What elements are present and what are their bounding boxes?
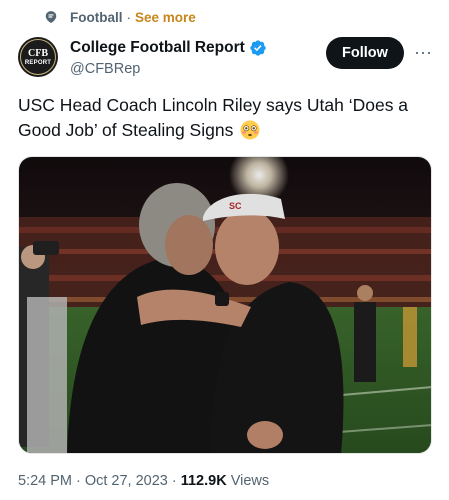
topic-name[interactable]: Football — [70, 10, 123, 25]
follow-button[interactable]: Follow — [326, 37, 404, 69]
tweet-photo[interactable]: SC — [18, 156, 432, 454]
avatar-logo-text-bottom: REPORT — [24, 59, 52, 66]
tweet-text-body: USC Head Coach Lincoln Riley says Utah ‘… — [18, 95, 409, 140]
avatar-logo: CFB REPORT — [20, 39, 56, 75]
topic-separator: · — [126, 9, 132, 25]
display-name-row: College Football Report — [70, 37, 267, 59]
avatar[interactable]: CFB REPORT — [18, 37, 58, 77]
views-label: Views — [230, 473, 270, 489]
more-options-icon[interactable]: ··· — [413, 43, 433, 61]
meta-separator-2: · — [171, 473, 177, 489]
tweet-date[interactable]: Oct 27, 2023 — [85, 473, 168, 489]
photo-illustration: SC — [19, 157, 431, 453]
see-more-link[interactable]: See more — [135, 10, 196, 25]
views-count[interactable]: 112.9K — [181, 473, 227, 489]
handle[interactable]: @CFBRep — [70, 61, 267, 77]
topic-icon — [45, 11, 57, 23]
author-info[interactable]: College Football Report @CFBRep — [70, 37, 267, 77]
display-name[interactable]: College Football Report — [70, 39, 245, 57]
tweet-meta: 5:24 PM · Oct 27, 2023 · 112.9K Views — [18, 471, 269, 491]
flushed-face-emoji-icon — [240, 120, 260, 140]
verified-badge-icon[interactable] — [249, 39, 267, 57]
tweet-text: USC Head Coach Lincoln Riley says Utah ‘… — [18, 93, 433, 143]
topic-row[interactable]: Football · See more — [44, 7, 196, 27]
avatar-logo-text-top: CFB — [28, 47, 48, 59]
meta-separator: · — [76, 473, 81, 489]
tweet-time[interactable]: 5:24 PM — [18, 473, 72, 489]
